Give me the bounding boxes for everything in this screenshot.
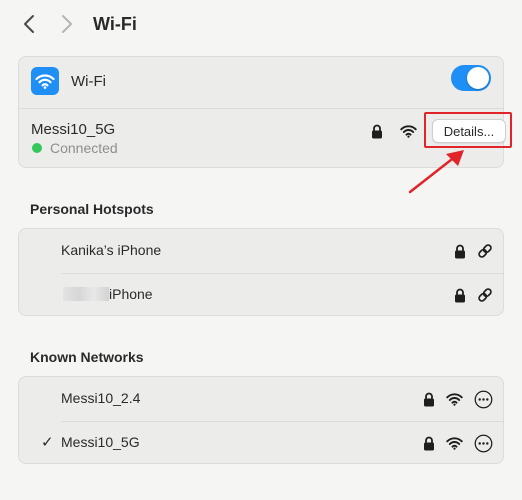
header: Wi-Fi bbox=[0, 0, 522, 52]
wifi-signal-icon bbox=[445, 391, 463, 407]
wifi-app-icon bbox=[31, 67, 59, 95]
hotspot-row[interactable]: Kanika’s iPhone bbox=[19, 229, 505, 273]
toggle-knob bbox=[467, 67, 489, 89]
forward-button[interactable] bbox=[56, 12, 78, 36]
divider bbox=[19, 108, 503, 109]
chevron-left-icon bbox=[24, 15, 34, 33]
chevron-right-icon bbox=[62, 15, 72, 33]
more-options-icon[interactable] bbox=[473, 389, 493, 409]
known-networks-heading: Known Networks bbox=[30, 349, 144, 365]
wifi-settings-page: Wi-Fi Wi-Fi Messi10_5G Connected Details… bbox=[0, 0, 522, 500]
personal-hotspots-heading: Personal Hotspots bbox=[30, 201, 154, 217]
back-button[interactable] bbox=[18, 12, 40, 36]
lock-icon bbox=[453, 243, 467, 259]
lock-icon bbox=[453, 287, 467, 303]
wifi-toggle[interactable] bbox=[451, 65, 491, 91]
more-options-icon[interactable] bbox=[473, 433, 493, 453]
annotation-arrow-icon bbox=[408, 150, 464, 194]
hotspot-name: iPhone bbox=[109, 286, 153, 302]
personal-hotspots-card: Kanika’s iPhone iPhone bbox=[18, 228, 504, 316]
redacted-name bbox=[63, 287, 109, 301]
lock-icon bbox=[422, 391, 436, 407]
known-network-row[interactable]: ✓ Messi10_5G bbox=[19, 421, 505, 465]
page-title: Wi-Fi bbox=[93, 14, 137, 34]
checkmark-icon: ✓ bbox=[41, 434, 54, 451]
lock-icon bbox=[422, 435, 436, 451]
known-network-name: Messi10_2.4 bbox=[61, 390, 141, 406]
wifi-icon bbox=[35, 74, 55, 89]
link-icon bbox=[476, 242, 494, 260]
lock-icon bbox=[370, 123, 384, 139]
known-network-name: Messi10_5G bbox=[61, 434, 140, 450]
link-icon bbox=[476, 286, 494, 304]
hotspot-name: Kanika’s iPhone bbox=[61, 242, 162, 258]
wifi-signal-icon bbox=[445, 435, 463, 451]
current-network-name: Messi10_5G bbox=[31, 121, 116, 138]
known-network-row[interactable]: Messi10_2.4 bbox=[19, 377, 505, 421]
known-networks-card: Messi10_2.4 ✓ Messi10_5G bbox=[18, 376, 504, 464]
wifi-signal-icon bbox=[399, 123, 417, 139]
connected-status-dot bbox=[32, 143, 42, 153]
hotspot-row[interactable]: iPhone bbox=[19, 273, 505, 317]
connection-status: Connected bbox=[50, 140, 118, 156]
annotation-highlight-box bbox=[424, 112, 512, 148]
wifi-label: Wi-Fi bbox=[71, 73, 106, 90]
